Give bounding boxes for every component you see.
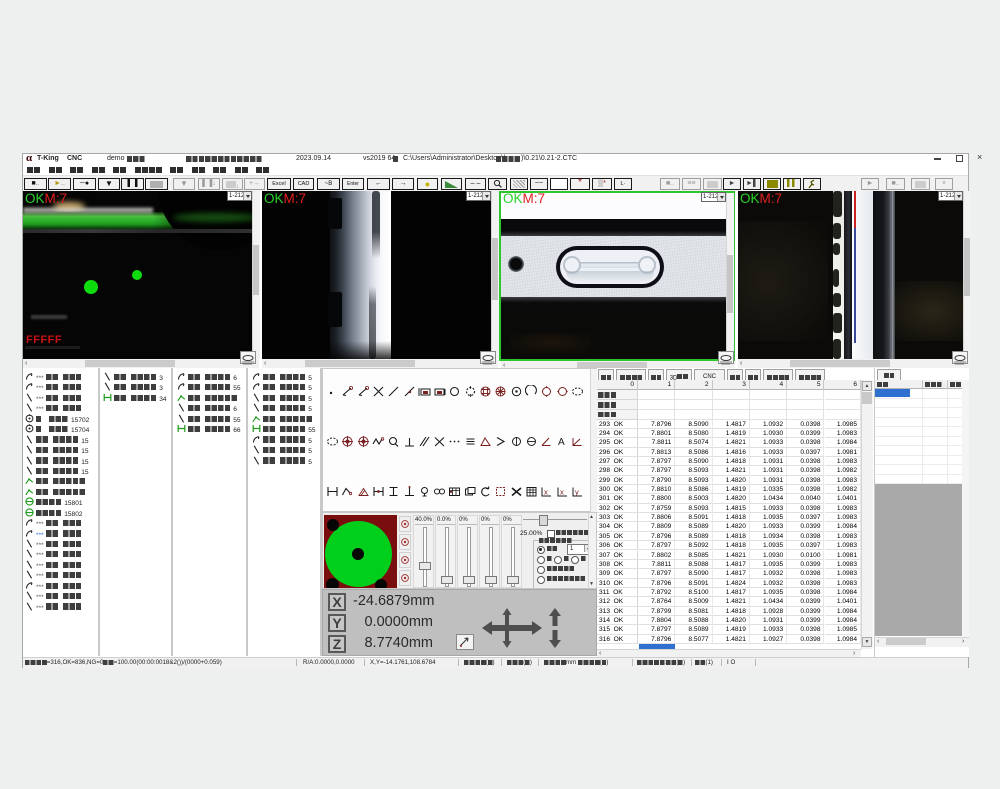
svg-text:x: x (544, 488, 548, 497)
svg-text:A: A (558, 437, 565, 448)
svg-text:x: x (560, 488, 564, 497)
svg-text:y: y (575, 488, 579, 497)
